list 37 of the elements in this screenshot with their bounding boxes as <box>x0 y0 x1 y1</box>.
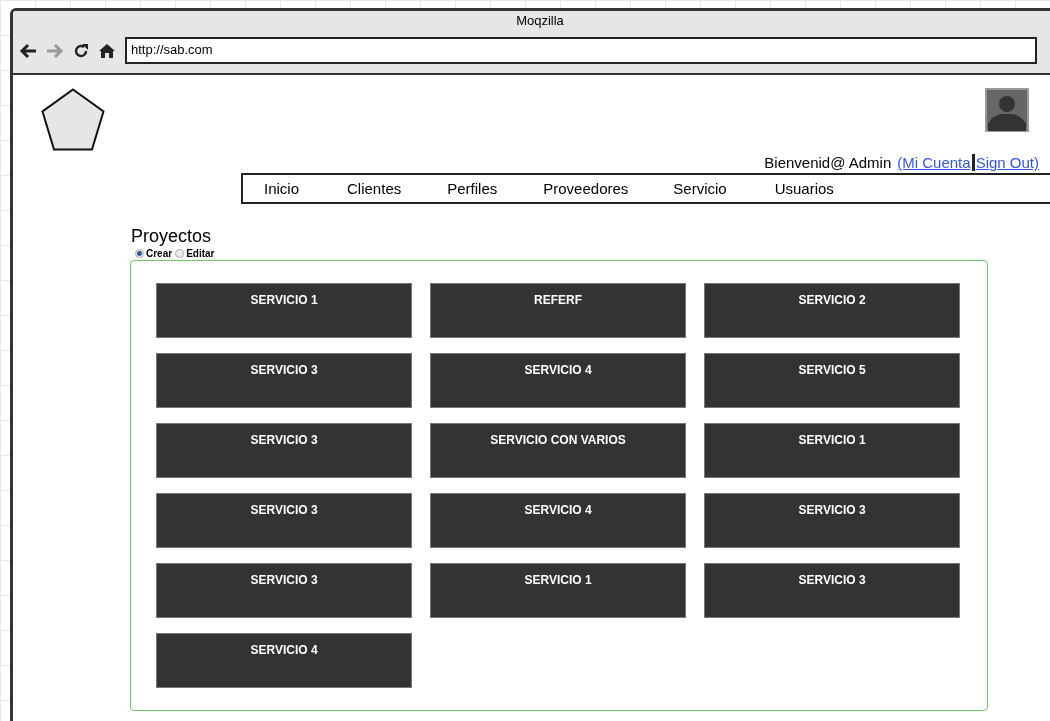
service-tile[interactable]: SERVICIO 3 <box>704 493 960 548</box>
welcome-text: Bienvenid@ Admin <box>764 154 892 171</box>
window-title: Moqzilla <box>515 12 565 30</box>
service-tile[interactable]: SERVICIO 3 <box>156 353 412 408</box>
service-tile[interactable]: SERVICIO CON VARIOS <box>430 423 686 478</box>
service-tile[interactable]: SERVICIO 3 <box>156 423 412 478</box>
service-tile[interactable]: SERVICIO 3 <box>704 563 960 618</box>
reload-icon[interactable] <box>73 42 89 59</box>
service-tile[interactable]: SERVICIO 4 <box>430 353 686 408</box>
radio-button[interactable] <box>135 249 144 258</box>
home-icon[interactable] <box>98 42 116 59</box>
radio-label: Crear <box>146 248 173 259</box>
nav-link[interactable]: Clientes <box>347 180 402 197</box>
service-tile[interactable]: SERVICIO 2 <box>704 283 960 338</box>
address-field[interactable]: http://sab.com <box>125 37 1037 64</box>
pentagon-logo <box>41 88 105 151</box>
radio-button[interactable] <box>175 249 185 258</box>
nav-link[interactable]: Inicio <box>264 180 300 197</box>
service-tile[interactable]: SERVICIO 1 <box>156 283 412 338</box>
service-tile[interactable]: SERVICIO 1 <box>430 563 686 618</box>
sign-out-link[interactable]: Sign Out) <box>975 154 1039 171</box>
back-icon[interactable] <box>19 42 37 59</box>
service-tile[interactable]: SERVICIO 1 <box>704 423 960 478</box>
account-link[interactable]: (Mi Cuenta <box>897 154 971 171</box>
nav-link[interactable]: Usuarios <box>774 180 834 197</box>
service-tile[interactable]: SERVICIO 4 <box>156 633 412 688</box>
service-tile[interactable]: SERVICIO 5 <box>704 353 960 408</box>
service-tile[interactable]: SERVICIO 3 <box>156 493 412 548</box>
service-tile[interactable]: REFERF <box>430 283 686 338</box>
page-title: Proyectos <box>131 226 212 247</box>
service-tile[interactable]: SERVICIO 3 <box>156 563 412 618</box>
nav-link[interactable]: Servicio <box>673 180 727 197</box>
avatar-icon <box>985 88 1029 132</box>
nav-link[interactable]: Perfiles <box>447 180 498 197</box>
radio-label: Editar <box>186 248 215 259</box>
nav-link[interactable]: Proveedores <box>543 180 629 197</box>
service-tile[interactable]: SERVICIO 4 <box>430 493 686 548</box>
